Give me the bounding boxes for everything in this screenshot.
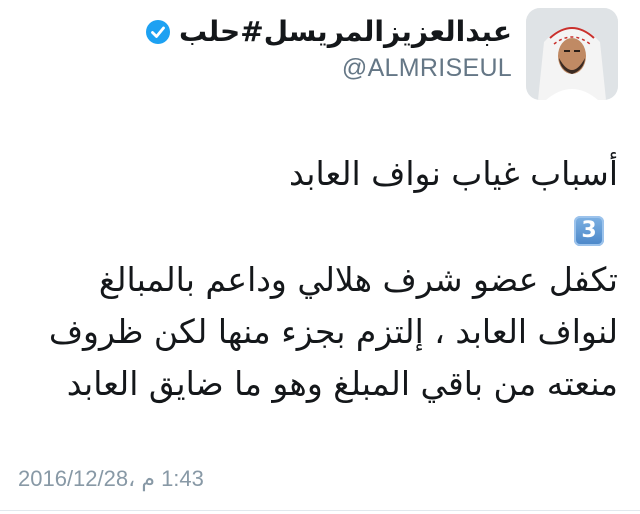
name-row: عبدالعزيزالمريسل#حلب — [145, 14, 512, 50]
avatar-image — [526, 8, 618, 100]
tweet-line: منعته من باقي المبلغ وهو ما ضايق العابد — [66, 364, 618, 403]
keycap-row: 3 — [28, 200, 618, 254]
tweet-line: تكفل عضو شرف هلالي وداعم بالمبالغ — [98, 260, 618, 299]
user-info: عبدالعزيزالمريسل#حلب @ALMRISEUL — [145, 14, 512, 83]
keycap-three-icon: 3 — [574, 216, 604, 246]
user-handle[interactable]: @ALMRISEUL — [342, 54, 512, 83]
divider — [0, 510, 640, 511]
tweet-header: عبدالعزيزالمريسل#حلب @ALMRISEUL — [145, 8, 618, 100]
avatar[interactable] — [526, 8, 618, 100]
verified-badge-icon — [145, 20, 170, 44]
tweet-line: لنواف العابد ، إلتزم بجزء منها لكن ظروف — [48, 312, 618, 351]
tweet-text: أسباب غياب نواف العابد 3 تكفل عضو شرف هل… — [28, 148, 618, 410]
display-name[interactable]: عبدالعزيزالمريسل#حلب — [179, 14, 512, 50]
tweet-timestamp[interactable]: 1:43 م ،2016/12/28 — [18, 466, 204, 492]
tweet-line: أسباب غياب نواف العابد — [288, 154, 618, 193]
